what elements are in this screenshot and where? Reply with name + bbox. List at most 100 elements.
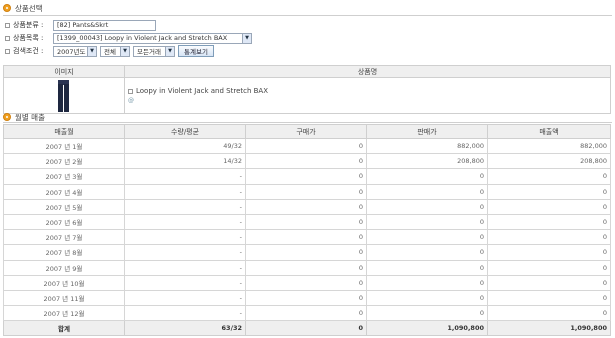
sales-header-row: 매출월 수량/평균 구매가 판매가 매출액: [3, 124, 611, 139]
chevron-down-icon[interactable]: ▼: [165, 46, 174, 56]
purchase-price-cell: 0: [245, 198, 367, 215]
column-header-revenue: 매출액: [487, 124, 611, 139]
chevron-down-icon[interactable]: ▼: [242, 33, 251, 43]
purchase-price-cell: 0: [245, 274, 367, 291]
revenue-cell: 0: [487, 289, 611, 307]
product-name[interactable]: Loopy in Violent Jack and Stretch BAX: [136, 87, 268, 95]
sale-price-cell: 0: [366, 274, 488, 291]
divider: [3, 15, 612, 16]
total-revenue-cell: 1,090,800: [487, 320, 611, 337]
month-cell: 2007 년 9월: [3, 259, 125, 276]
square-bullet-icon: [5, 35, 10, 41]
purchase-price-cell: 0: [245, 229, 367, 246]
qty-avg-cell: -: [124, 213, 246, 231]
table-row: 2007 년 10월 -0 0 0: [3, 274, 611, 291]
month-cell: 2007 년 10월: [3, 274, 125, 291]
column-header-product-name: 상품명: [124, 65, 611, 78]
column-header-purchase-price: 구매가: [245, 124, 367, 139]
month-cell: 2007 년 11월: [3, 289, 125, 307]
revenue-cell: 0: [487, 168, 611, 185]
month-cell: 2007 년 5월: [3, 198, 125, 215]
total-qty-avg-cell: 63/32: [124, 320, 246, 337]
section-header-product-select: 상품선택: [3, 2, 43, 14]
chevron-down-icon[interactable]: ▼: [87, 46, 96, 56]
qty-avg-cell: -: [124, 198, 246, 215]
sale-price-cell: 882,000: [366, 137, 488, 155]
category-field[interactable]: [82] Pants&Skrt: [53, 19, 156, 31]
deal-select-value: 모든거래: [137, 48, 161, 56]
sale-price-cell: 0: [366, 289, 488, 307]
sale-price-cell: 0: [366, 168, 488, 185]
condition-label: 검색조건 :: [13, 47, 44, 55]
month-cell: 2007 년 2월: [3, 153, 125, 170]
product-name-cell: Loopy in Violent Jack and Stretch BAX @: [124, 77, 611, 114]
product-label: 상품목록 :: [13, 34, 44, 42]
column-header-qty-avg: 수량/평균: [124, 124, 246, 139]
sale-price-cell: 0: [366, 244, 488, 261]
year-select-value: 2007년도: [57, 48, 86, 56]
year-select[interactable]: 2007년도 ▼: [53, 45, 97, 57]
qty-avg-cell: -: [124, 259, 246, 276]
scope-select-value: 전체: [104, 48, 116, 56]
qty-avg-cell: -: [124, 183, 246, 200]
filter-product-row: 상품목록 : [1399_00043] Loopy in Violent Jac…: [5, 32, 255, 44]
revenue-cell: 0: [487, 274, 611, 291]
purchase-price-cell: 0: [245, 213, 367, 231]
qty-avg-cell: -: [124, 274, 246, 291]
product-select[interactable]: [1399_00043] Loopy in Violent Jack and S…: [53, 32, 252, 44]
sale-price-cell: 0: [366, 305, 488, 322]
bullet-icon: [3, 113, 11, 121]
square-bullet-icon: [128, 88, 133, 94]
qty-avg-cell: 14/32: [124, 153, 246, 170]
section-title: 상품선택: [15, 3, 43, 13]
revenue-cell: 0: [487, 305, 611, 322]
square-bullet-icon: [5, 48, 10, 54]
purchase-price-cell: 0: [245, 137, 367, 155]
sale-price-cell: 0: [366, 198, 488, 215]
product-select-value: [1399_00043] Loopy in Violent Jack and S…: [57, 34, 228, 42]
revenue-cell: 208,800: [487, 153, 611, 170]
purchase-price-cell: 0: [245, 153, 367, 170]
section-title: 월별 매출: [15, 112, 45, 122]
total-sale-price-cell: 1,090,800: [366, 320, 488, 337]
sale-price-cell: 0: [366, 213, 488, 231]
filter-category-row: 상품분류 : [82] Pants&Skrt: [5, 19, 156, 31]
purchase-price-cell: 0: [245, 244, 367, 261]
qty-avg-cell: -: [124, 229, 246, 246]
table-row: 2007 년 3월 -0 0 0: [3, 168, 611, 185]
table-row: 2007 년 11월 -0 0 0: [3, 289, 611, 307]
sale-price-cell: 0: [366, 183, 488, 200]
revenue-cell: 0: [487, 244, 611, 261]
qty-avg-cell: -: [124, 305, 246, 322]
table-row: 2007 년 6월 -0 0 0: [3, 213, 611, 231]
table-row: 2007 년 12월 -0 0 0: [3, 305, 611, 322]
scope-select[interactable]: 전체 ▼: [100, 45, 130, 57]
column-header-image: 이미지: [3, 65, 125, 78]
month-cell: 2007 년 3월: [3, 168, 125, 185]
month-cell: 2007 년 1월: [3, 137, 125, 155]
deal-select[interactable]: 모든거래 ▼: [133, 45, 175, 57]
table-row: 2007 년 9월 -0 0 0: [3, 259, 611, 276]
qty-avg-cell: -: [124, 289, 246, 307]
table-row: 2007 년 1월 49/32 0 882,000 882,000: [3, 137, 611, 155]
column-header-month: 매출월: [3, 124, 125, 139]
revenue-cell: 0: [487, 259, 611, 276]
link-icon[interactable]: @: [128, 97, 610, 104]
purchase-price-cell: 0: [245, 305, 367, 322]
month-cell: 2007 년 7월: [3, 229, 125, 246]
month-cell: 2007 년 6월: [3, 213, 125, 231]
purchase-price-cell: 0: [245, 259, 367, 276]
view-stats-button[interactable]: 통계보기: [178, 45, 214, 57]
divider: [3, 122, 612, 123]
monthly-sales-table: 매출월 수량/평균 구매가 판매가 매출액 2007 년 1월 49/32 0 882…: [3, 124, 611, 337]
category-label: 상품분류 :: [13, 21, 44, 29]
revenue-cell: 0: [487, 213, 611, 231]
total-row: 합계 63/32 0 1,090,800 1,090,800: [3, 320, 611, 337]
revenue-cell: 0: [487, 198, 611, 215]
revenue-cell: 882,000: [487, 137, 611, 155]
pants-thumbnail[interactable]: [58, 79, 70, 112]
qty-avg-cell: 49/32: [124, 137, 246, 155]
product-table: 이미지 상품명 Loopy in Violent Jack and Stretc…: [3, 65, 611, 114]
bullet-icon: [3, 4, 11, 12]
chevron-down-icon[interactable]: ▼: [120, 46, 129, 56]
